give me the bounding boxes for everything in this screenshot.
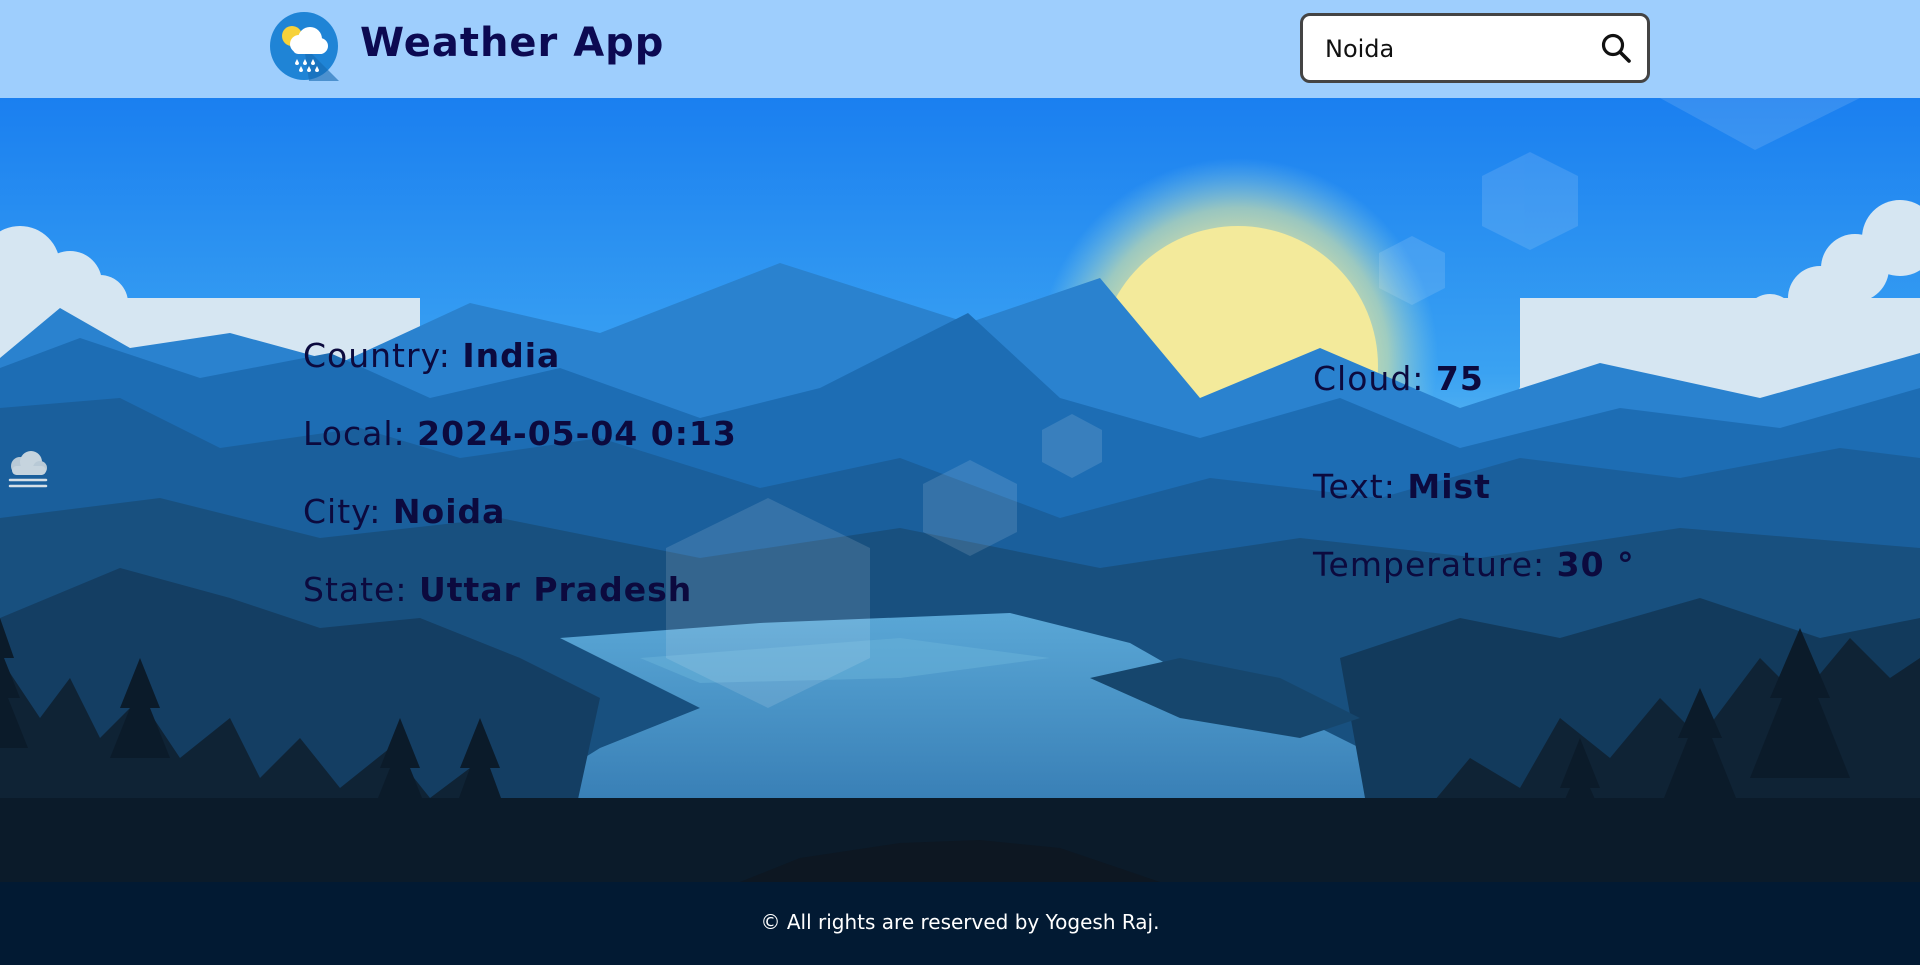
search-input[interactable] [1325,30,1595,68]
temperature-row: Temperature: 30 ° [1313,545,1635,584]
cloud-label: Cloud: [1313,359,1425,398]
condition-value: Mist [1407,467,1491,506]
search-icon [1601,33,1631,63]
country-row: Country: India [303,336,560,375]
condition-row: Text: Mist [1313,467,1491,506]
country-label: Country: [303,336,451,375]
background-scene: Country: India Local: 2024-05-04 0:13 Ci… [0,98,1920,882]
local-time-row: Local: 2024-05-04 0:13 [303,414,737,453]
local-time-value: 2024-05-04 0:13 [417,414,737,453]
city-value: Noida [392,492,506,531]
state-label: State: [303,570,408,609]
footer: © All rights are reserved by Yogesh Raj. [0,882,1920,965]
state-row: State: Uttar Pradesh [303,570,692,609]
temperature-label: Temperature: [1313,545,1546,584]
search-button[interactable] [1597,30,1635,68]
header: Weather App [0,0,1920,98]
condition-label: Text: [1313,467,1396,506]
search-box [1300,13,1650,83]
copyright-text: © All rights are reserved by Yogesh Raj. [760,910,1160,934]
weather-logo-icon [270,12,339,81]
temperature-value: 30 ° [1556,545,1635,584]
country-value: India [462,336,561,375]
app-title: Weather App [360,20,665,66]
city-label: City: [303,492,382,531]
cloud-row: Cloud: 75 [1313,359,1484,398]
local-time-label: Local: [303,414,406,453]
state-value: Uttar Pradesh [418,570,693,609]
landscape-illustration [0,98,1920,882]
cloud-value: 75 [1435,359,1484,398]
city-row: City: Noida [303,492,505,531]
mist-cloud-icon [8,451,48,488]
